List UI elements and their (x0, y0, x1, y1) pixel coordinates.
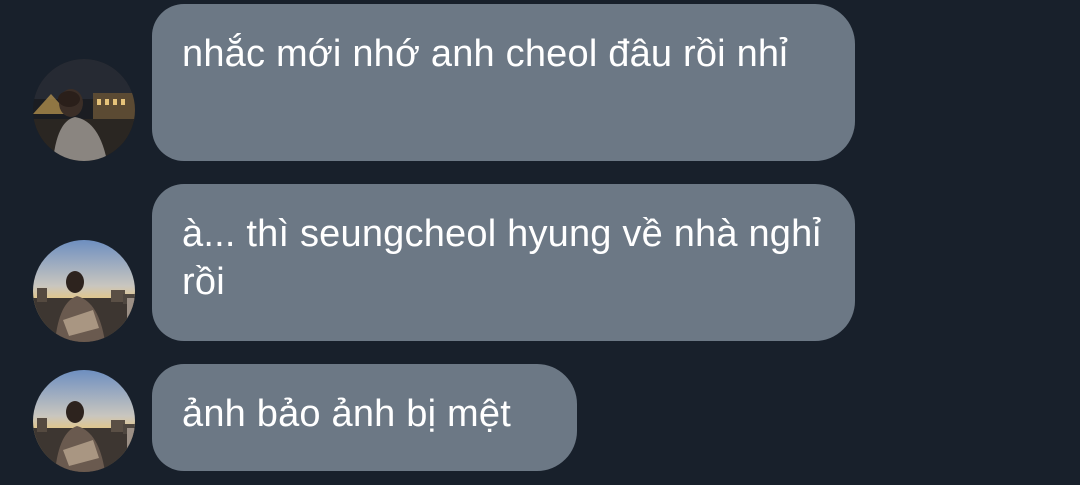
message-text: nhắc mới nhớ anh cheol đâu rồi nhỉ (182, 33, 788, 75)
avatar-photo-night (33, 59, 135, 161)
chat-thread: nhắc mới nhớ anh cheol đâu rồi nhỉ à... … (0, 0, 1080, 485)
sender-avatar[interactable] (33, 370, 135, 472)
sender-avatar[interactable] (33, 59, 135, 161)
sender-avatar[interactable] (33, 240, 135, 342)
message-bubble[interactable]: à... thì seungcheol hyung về nhà nghỉ rồ… (152, 184, 855, 341)
avatar-photo-sunset (33, 370, 135, 472)
message-text: à... thì seungcheol hyung về nhà nghỉ rồ… (182, 213, 822, 303)
message-text: ảnh bảo ảnh bị mệt (182, 393, 511, 435)
message-bubble[interactable]: nhắc mới nhớ anh cheol đâu rồi nhỉ (152, 4, 855, 161)
avatar-photo-sunset (33, 240, 135, 342)
message-bubble[interactable]: ảnh bảo ảnh bị mệt (152, 364, 577, 471)
